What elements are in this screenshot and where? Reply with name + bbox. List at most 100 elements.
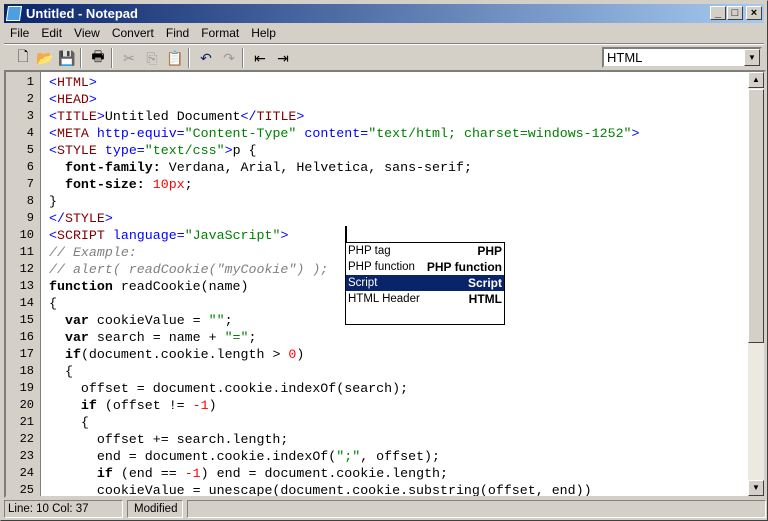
code-token: cookieValue = [88, 313, 209, 328]
code-token: ; [248, 330, 257, 345]
line-number: 13 [19, 279, 34, 293]
code-token: font-family: [64, 160, 161, 175]
language-select[interactable]: HTML ▼ [602, 47, 762, 68]
code-token: < [49, 75, 57, 90]
save-button[interactable]: 💾 [56, 47, 78, 69]
maximize-button[interactable]: □ [727, 6, 743, 20]
autocomplete-value: Script [467, 276, 502, 290]
autocomplete-item[interactable]: PHP function PHP function [346, 259, 504, 275]
redo-button[interactable]: ↷ [218, 47, 240, 69]
code-token: } [49, 194, 57, 209]
code-token: type= [104, 143, 145, 158]
code-line: <HEAD> [49, 91, 640, 108]
code-line: { [49, 363, 640, 380]
code-token: < [49, 126, 57, 141]
code-token: "=" [224, 330, 249, 345]
code-token: STYLE [64, 211, 105, 226]
code-token: content= [304, 126, 369, 141]
menu-bar: File Edit View Convert Find Format Help [4, 23, 282, 43]
open-button[interactable]: 📂 [34, 47, 56, 69]
code-token: , offset); [360, 449, 441, 464]
code-token: language= [112, 228, 185, 243]
menu-convert[interactable]: Convert [106, 23, 160, 43]
line-number: 2 [26, 92, 34, 106]
code-line: <STYLE type="text/css">p { [49, 142, 640, 159]
menu-find[interactable]: Find [160, 23, 195, 43]
menu-view[interactable]: View [68, 23, 106, 43]
code-line: if(document.cookie.length > 0) [49, 346, 640, 363]
code-line: end = document.cookie.indexOf(";", offse… [49, 448, 640, 465]
menu-file[interactable]: File [4, 23, 35, 43]
code-line: if (end == -1) end = document.cookie.len… [49, 465, 640, 482]
scroll-down-button[interactable]: ▼ [748, 480, 764, 496]
code-line: <META http-equiv="Content-Type" content=… [49, 125, 640, 142]
code-token: Untitled Document [104, 109, 241, 124]
code-token: (end == [112, 466, 185, 481]
outdent-button[interactable]: ⇥ [272, 47, 294, 69]
close-button[interactable]: × [746, 6, 762, 20]
code-token: </ [49, 211, 65, 226]
autocomplete-label: HTML Header [348, 293, 420, 305]
code-token: cookieValue = unescape(document.cookie.s… [49, 483, 592, 498]
line-number: 14 [19, 296, 34, 310]
code-token: (document.cookie.length > [80, 347, 289, 362]
menu-format[interactable]: Format [195, 23, 245, 43]
line-number: 6 [26, 160, 34, 174]
minimize-button[interactable]: _ [710, 6, 726, 20]
outdent-icon: ⇥ [277, 49, 289, 66]
autocomplete-label: PHP tag [348, 245, 391, 257]
code-token: < [49, 92, 57, 107]
code-token: "JavaScript" [184, 228, 281, 243]
line-number: 1 [26, 75, 34, 89]
print-button[interactable]: 🖶 [87, 47, 109, 69]
code-token: < [49, 109, 57, 124]
autocomplete-item[interactable]: PHP tag PHP [346, 243, 504, 259]
redo-icon: ↷ [223, 49, 235, 66]
language-value: HTML [607, 50, 643, 65]
code-line: { [49, 414, 640, 431]
code-token: META [56, 126, 89, 141]
autocomplete-item[interactable]: HTML Header HTML [346, 291, 504, 307]
toolbar-separator [242, 48, 244, 68]
code-token: if [80, 398, 97, 413]
undo-button[interactable]: ↶ [195, 47, 217, 69]
scroll-up-button[interactable]: ▲ [748, 72, 764, 88]
line-number: 8 [26, 194, 34, 208]
code-line: font-family: Verdana, Arial, Helvetica, … [49, 159, 640, 176]
indent-button[interactable]: ⇤ [249, 47, 271, 69]
code-token: > [96, 109, 105, 124]
notepad-window: Untitled - Notepad _ □ × File Edit View Con… [0, 0, 768, 521]
code-token: // Example: [49, 245, 137, 260]
menu-help[interactable]: Help [245, 23, 282, 43]
vertical-scrollbar[interactable]: ▲ ▼ [748, 72, 764, 496]
autocomplete-value: PHP function [426, 260, 502, 274]
menu-edit[interactable]: Edit [35, 23, 68, 43]
divider [4, 43, 764, 45]
line-number: 4 [26, 126, 34, 140]
window-title: Untitled - Notepad [26, 6, 138, 21]
autocomplete-label: Script [348, 277, 378, 289]
code-token: ) [296, 347, 305, 362]
line-number: 19 [19, 381, 34, 395]
code-line: font-size: 10px; [49, 176, 640, 193]
code-token: search = name + [88, 330, 225, 345]
paste-button[interactable]: 📋 [164, 47, 186, 69]
line-number: 7 [26, 177, 34, 191]
code-token: var [64, 330, 89, 345]
copy-button[interactable]: ⎘ [141, 47, 163, 69]
code-token: // alert( readCookie("myCookie") ); [49, 262, 329, 277]
line-number-gutter: 1 2 3 4 5 6 7 8 9 10 11 12 13 14 15 16 17 18 19 20 21 22 23 24 2… [6, 72, 41, 496]
line-number: 24 [19, 466, 34, 480]
line-number: 10 [19, 228, 34, 242]
autocomplete-item[interactable]: Script Script [346, 275, 504, 291]
chevron-down-icon[interactable]: ▼ [744, 49, 760, 66]
scroll-thumb[interactable] [748, 89, 764, 343]
new-button[interactable]: 🗋 [12, 47, 34, 69]
cut-button[interactable]: ✂ [118, 47, 140, 69]
